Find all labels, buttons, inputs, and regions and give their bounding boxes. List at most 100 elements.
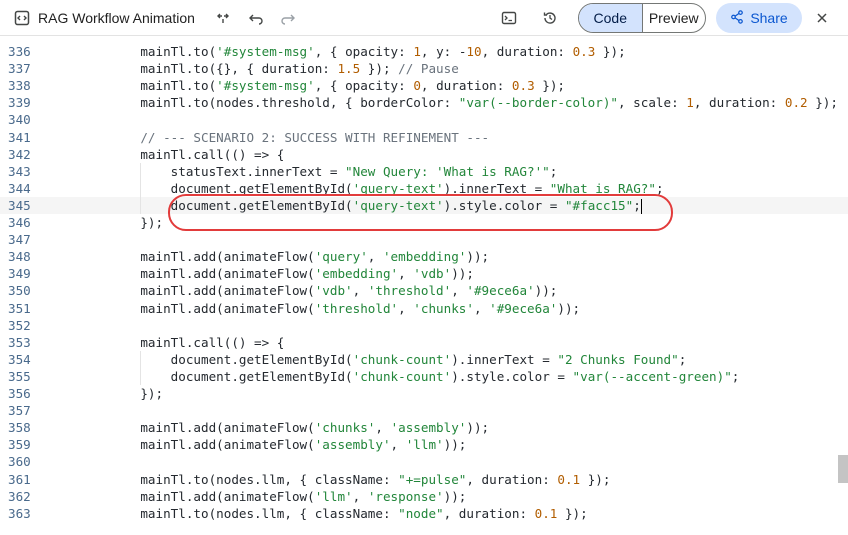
line-number: 350 [8, 283, 31, 299]
line-number: 343 [8, 163, 31, 179]
code-line[interactable]: 349 mainTl.add(animateFlow('embedding', … [0, 265, 848, 282]
code-line[interactable]: 339 mainTl.to(nodes.threshold, { borderC… [0, 94, 848, 111]
line-number: 359 [8, 437, 31, 453]
code-line[interactable]: 359 mainTl.add(animateFlow('assembly', '… [0, 436, 848, 453]
indent-guide [140, 162, 142, 180]
code-line[interactable]: 361 mainTl.to(nodes.llm, { className: "+… [0, 471, 848, 488]
code-line[interactable]: 345 document.getElementById('query-text'… [0, 196, 848, 214]
line-number: 344 [8, 180, 31, 196]
code-line[interactable]: 342 mainTl.call(() => { [0, 146, 848, 163]
share-label: Share [750, 10, 788, 26]
terminal-icon[interactable] [497, 0, 521, 36]
line-number: 361 [8, 471, 31, 487]
code-line[interactable]: 338 mainTl.to('#system-msg', { opacity: … [0, 77, 848, 94]
indent-guide [140, 350, 142, 368]
code-line[interactable]: 351 mainTl.add(animateFlow('threshold', … [0, 300, 848, 317]
line-number: 337 [8, 61, 31, 77]
line-number: 341 [8, 129, 31, 145]
code-editor[interactable]: 336 mainTl.to('#system-msg', { opacity: … [0, 43, 848, 535]
top-toolbar: RAG Workflow Animation Code Preview Shar… [0, 0, 848, 36]
undo-icon[interactable] [244, 0, 268, 36]
code-text: // --- SCENARIO 2: SUCCESS WITH REFINEME… [140, 129, 490, 145]
code-text: mainTl.add(animateFlow('query', 'embeddi… [110, 249, 490, 265]
line-number: 339 [8, 95, 31, 111]
code-text: mainTl.to(nodes.llm, { className: "+=pul… [110, 471, 611, 487]
line-number: 345 [8, 197, 31, 213]
code-text: document.getElementById('chunk-count').i… [110, 351, 687, 367]
code-line[interactable]: 336 mainTl.to('#system-msg', { opacity: … [0, 43, 848, 60]
code-line[interactable]: 360 [0, 453, 848, 470]
code-text: document.getElementById('query-text').in… [110, 180, 664, 196]
line-number: 348 [8, 249, 31, 265]
redo-icon[interactable] [276, 0, 300, 36]
line-number: 351 [8, 300, 31, 316]
indent-guide [140, 179, 142, 197]
page-title: RAG Workflow Animation [38, 10, 195, 26]
code-text: mainTl.call(() => { [110, 334, 285, 350]
code-line[interactable]: 355 document.getElementById('chunk-count… [0, 367, 848, 385]
code-text: document.getElementById('query-text').st… [110, 197, 642, 214]
code-text: mainTl.to('#system-msg', { opacity: 0, d… [110, 78, 565, 94]
line-number: 358 [8, 420, 31, 436]
code-text: }); [110, 215, 164, 230]
line-number: 346 [8, 215, 31, 230]
code-text: mainTl.add(animateFlow('threshold', 'chu… [110, 300, 581, 316]
line-number: 349 [8, 266, 31, 282]
code-line[interactable]: 350 mainTl.add(animateFlow('vdb', 'thres… [0, 282, 848, 299]
code-line[interactable]: 354 document.getElementById('chunk-count… [0, 350, 848, 368]
close-icon[interactable] [810, 0, 834, 36]
tab-code[interactable]: Code [579, 4, 643, 32]
code-line[interactable]: 358 mainTl.add(animateFlow('chunks', 'as… [0, 419, 848, 436]
code-text: mainTl.to(nodes.llm, { className: "node"… [110, 505, 588, 521]
code-line[interactable]: 340 [0, 111, 848, 128]
code-text: mainTl.add(animateFlow('llm', 'response'… [110, 488, 467, 504]
line-number: 338 [8, 78, 31, 94]
code-line[interactable]: 343 statusText.innerText = "New Query: '… [0, 162, 848, 180]
code-text: mainTl.to(nodes.threshold, { borderColor… [110, 95, 838, 111]
share-button[interactable]: Share [716, 3, 802, 33]
text-cursor [640, 198, 642, 214]
code-text: statusText.innerText = "New Query: 'What… [110, 163, 558, 179]
code-line[interactable]: 363 mainTl.to(nodes.llm, { className: "n… [0, 505, 848, 522]
line-number: 360 [8, 454, 31, 470]
code-line[interactable]: 346 }); [0, 214, 848, 231]
line-number: 357 [8, 403, 31, 419]
code-text: document.getElementById('chunk-count').s… [110, 368, 740, 384]
line-number: 353 [8, 334, 31, 350]
code-text: mainTl.add(animateFlow('assembly', 'llm'… [110, 437, 467, 453]
restore-icon[interactable] [211, 0, 235, 36]
code-text: mainTl.to('#system-msg', { opacity: 1, y… [110, 44, 626, 59]
code-line[interactable]: 362 mainTl.add(animateFlow('llm', 'respo… [0, 488, 848, 505]
code-line[interactable]: 353 mainTl.call(() => { [0, 334, 848, 351]
line-number: 354 [8, 351, 31, 367]
line-number: 363 [8, 505, 31, 521]
line-number: 356 [8, 386, 31, 401]
share-icon [730, 9, 744, 27]
scrollbar-thumb[interactable] [838, 455, 848, 483]
indent-guide [140, 367, 142, 385]
code-line[interactable]: 348 mainTl.add(animateFlow('query', 'emb… [0, 248, 848, 265]
code-text: mainTl.add(animateFlow('chunks', 'assemb… [110, 420, 490, 436]
code-line[interactable]: 344 document.getElementById('query-text'… [0, 179, 848, 197]
code-line[interactable]: 341 // --- SCENARIO 2: SUCCESS WITH REFI… [0, 129, 848, 146]
line-number: 347 [8, 232, 31, 248]
line-number: 342 [8, 146, 31, 162]
code-text: mainTl.add(animateFlow('embedding', 'vdb… [110, 266, 474, 282]
code-embed-icon [10, 0, 34, 36]
code-line[interactable]: 352 [0, 317, 848, 334]
line-number: 352 [8, 317, 31, 333]
code-line[interactable]: 357 [0, 402, 848, 419]
code-text: }); [110, 386, 164, 401]
code-line[interactable]: 337 mainTl.to({}, { duration: 1.5 }); //… [0, 60, 848, 77]
history-icon[interactable] [538, 0, 562, 36]
view-toggle: Code Preview [578, 3, 706, 33]
code-line[interactable]: 356 }); [0, 385, 848, 402]
code-text: mainTl.call(() => { [110, 146, 285, 162]
indent-guide [140, 196, 142, 214]
tab-preview[interactable]: Preview [643, 4, 706, 32]
code-text: mainTl.add(animateFlow('vdb', 'threshold… [110, 283, 558, 299]
line-number: 340 [8, 112, 31, 128]
line-number: 355 [8, 368, 31, 384]
code-line[interactable]: 347 [0, 231, 848, 248]
line-number: 362 [8, 488, 31, 504]
